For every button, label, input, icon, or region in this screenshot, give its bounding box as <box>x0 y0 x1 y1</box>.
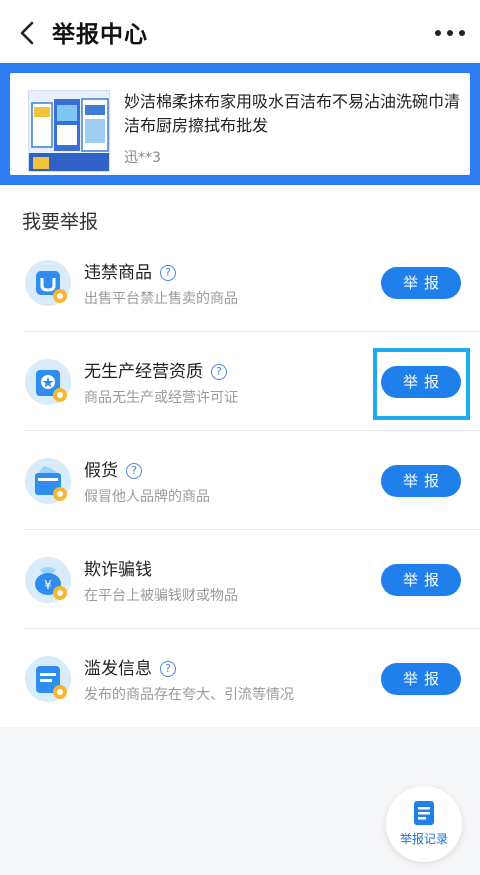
counterfeit-icon <box>25 458 71 504</box>
report-row-title-text: 违禁商品 <box>84 263 152 283</box>
more-dots-icon[interactable] <box>430 18 470 48</box>
help-question-icon[interactable]: ? <box>160 265 176 281</box>
product-title: 妙洁棉柔抹布家用吸水百洁布不易沾油洗碗巾清洁布厨房擦拭布批发 <box>124 92 461 135</box>
report-button-fraud[interactable]: 举报 <box>381 564 461 596</box>
svg-text:¥: ¥ <box>44 578 52 592</box>
report-row-counterfeit: 假货? 假冒他人品牌的商品 举报 <box>0 431 480 530</box>
report-row-desc: 在平台上被骗钱财或物品 <box>84 588 238 604</box>
report-records-button[interactable]: 举报记录 <box>386 786 462 862</box>
no-license-icon <box>25 359 71 405</box>
help-question-icon[interactable]: ? <box>160 661 176 677</box>
report-row-title-text: 欺诈骗钱 <box>84 560 152 580</box>
report-row-title-text: 滥发信息 <box>84 659 152 679</box>
report-button-counterfeit[interactable]: 举报 <box>381 465 461 497</box>
spam-info-icon <box>25 656 71 702</box>
report-row-title-text: 假货 <box>84 461 118 481</box>
report-button-prohibited[interactable]: 举报 <box>381 267 461 299</box>
header-bar: 举报中心 <box>0 0 480 65</box>
report-row-desc: 商品无生产或经营许可证 <box>84 390 238 406</box>
report-button-spam[interactable]: 举报 <box>381 663 461 695</box>
report-row-title: 违禁商品? <box>84 258 176 283</box>
document-icon <box>414 801 434 825</box>
product-card[interactable]: 妙洁棉柔抹布家用吸水百洁布不易沾油洗碗巾清洁布厨房擦拭布批发 迅**3 <box>10 73 470 175</box>
report-row-desc: 发布的商品存在夸大、引流等情况 <box>84 687 294 703</box>
report-records-label: 举报记录 <box>399 832 448 846</box>
report-button-no-license[interactable]: 举报 <box>381 366 461 398</box>
report-row-title: 滥发信息? <box>84 654 176 679</box>
report-row-title: 假货? <box>84 456 142 481</box>
help-question-icon[interactable]: ? <box>211 364 227 380</box>
seller-name: 迅**3 <box>124 150 161 166</box>
report-row-desc: 假冒他人品牌的商品 <box>84 489 210 505</box>
report-row-title-text: 无生产经营资质 <box>84 362 203 382</box>
report-row-title: 欺诈骗钱 <box>84 555 152 580</box>
product-thumbnail <box>28 90 110 172</box>
report-row-prohibited: 违禁商品? 出售平台禁止售卖的商品 举报 <box>0 233 480 332</box>
section-title: 我要举报 <box>22 211 99 233</box>
report-panel: 我要举报 违禁商品? 出售平台禁止售卖的商品 举报 无生产经营资质? 商品无生产… <box>0 185 480 727</box>
report-row-title: 无生产经营资质? <box>84 357 227 382</box>
report-row-spam: 滥发信息? 发布的商品存在夸大、引流等情况 举报 <box>0 629 480 728</box>
prohibited-goods-icon <box>25 260 71 306</box>
chevron-left-icon[interactable] <box>14 18 42 48</box>
report-row-fraud: ¥ 欺诈骗钱 在平台上被骗钱财或物品 举报 <box>0 530 480 629</box>
report-row-desc: 出售平台禁止售卖的商品 <box>84 291 238 307</box>
report-row-no-license: 无生产经营资质? 商品无生产或经营许可证 举报 <box>0 332 480 431</box>
page-title: 举报中心 <box>52 22 148 48</box>
product-highlight-frame: 妙洁棉柔抹布家用吸水百洁布不易沾油洗碗巾清洁布厨房擦拭布批发 迅**3 <box>0 63 480 185</box>
fraud-money-icon: ¥ <box>25 557 71 603</box>
help-question-icon[interactable]: ? <box>126 463 142 479</box>
